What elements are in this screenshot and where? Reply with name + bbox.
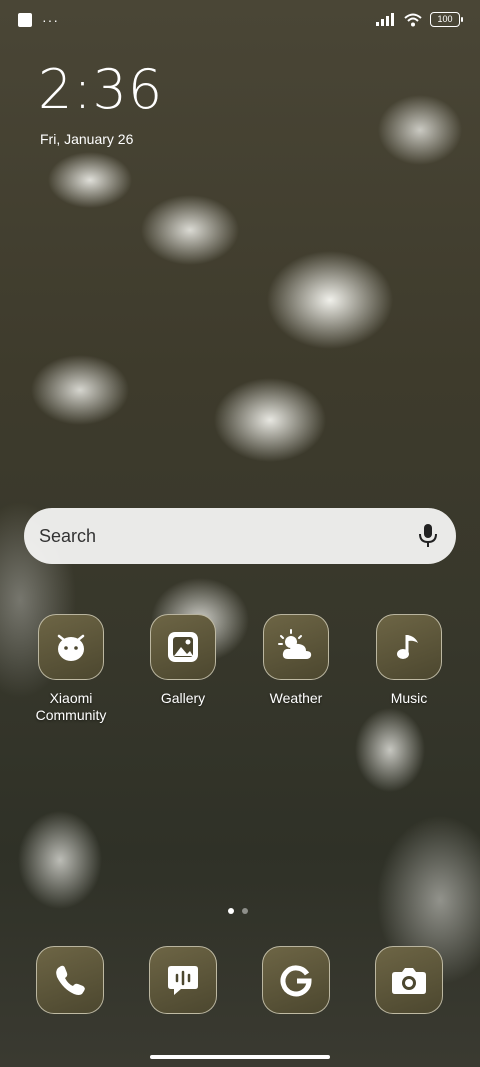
clock-widget-time[interactable]: 2:36 <box>38 58 163 122</box>
messaging-icon[interactable] <box>149 946 217 1014</box>
page-dot <box>242 908 248 914</box>
app-label: Xiaomi Community <box>35 690 107 723</box>
cell-signal-icon <box>376 13 394 26</box>
clock-widget-date: Fri, January 26 <box>40 131 134 147</box>
dock-phone[interactable] <box>20 946 120 1014</box>
square-notification-icon <box>18 13 32 27</box>
camera-icon[interactable] <box>375 946 443 1014</box>
app-music[interactable]: Music <box>359 614 459 707</box>
app-label: Gallery <box>160 690 206 706</box>
dock-camera[interactable] <box>359 946 459 1014</box>
app-label: Music <box>390 690 428 706</box>
app-weather[interactable]: Weather <box>246 614 346 707</box>
battery-indicator: 100 <box>430 12 463 27</box>
system-status: 100 <box>376 12 463 27</box>
microphone-icon[interactable] <box>418 523 438 549</box>
page-indicator <box>228 908 248 914</box>
app-gallery[interactable]: Gallery <box>133 614 233 707</box>
music-icon[interactable] <box>376 614 442 680</box>
home-gesture-bar[interactable] <box>150 1055 330 1059</box>
dock-messaging[interactable] <box>133 946 233 1014</box>
google-icon[interactable] <box>262 946 330 1014</box>
search-bar[interactable]: Search <box>24 508 456 564</box>
wifi-icon <box>404 13 422 26</box>
xiaomi-community-icon[interactable] <box>38 614 104 680</box>
search-placeholder: Search <box>39 525 97 546</box>
phone-icon[interactable] <box>36 946 104 1014</box>
gallery-icon[interactable] <box>150 614 216 680</box>
app-xiaomi-community[interactable]: Xiaomi Community <box>21 614 121 724</box>
more-notifications-icon: ··· <box>42 12 59 28</box>
notification-area: ··· <box>18 13 59 27</box>
dock-google[interactable] <box>246 946 346 1014</box>
app-label: Weather <box>269 690 323 706</box>
weather-icon[interactable] <box>263 614 329 680</box>
page-dot-active <box>228 908 234 914</box>
status-bar: ··· 100 <box>0 0 480 42</box>
